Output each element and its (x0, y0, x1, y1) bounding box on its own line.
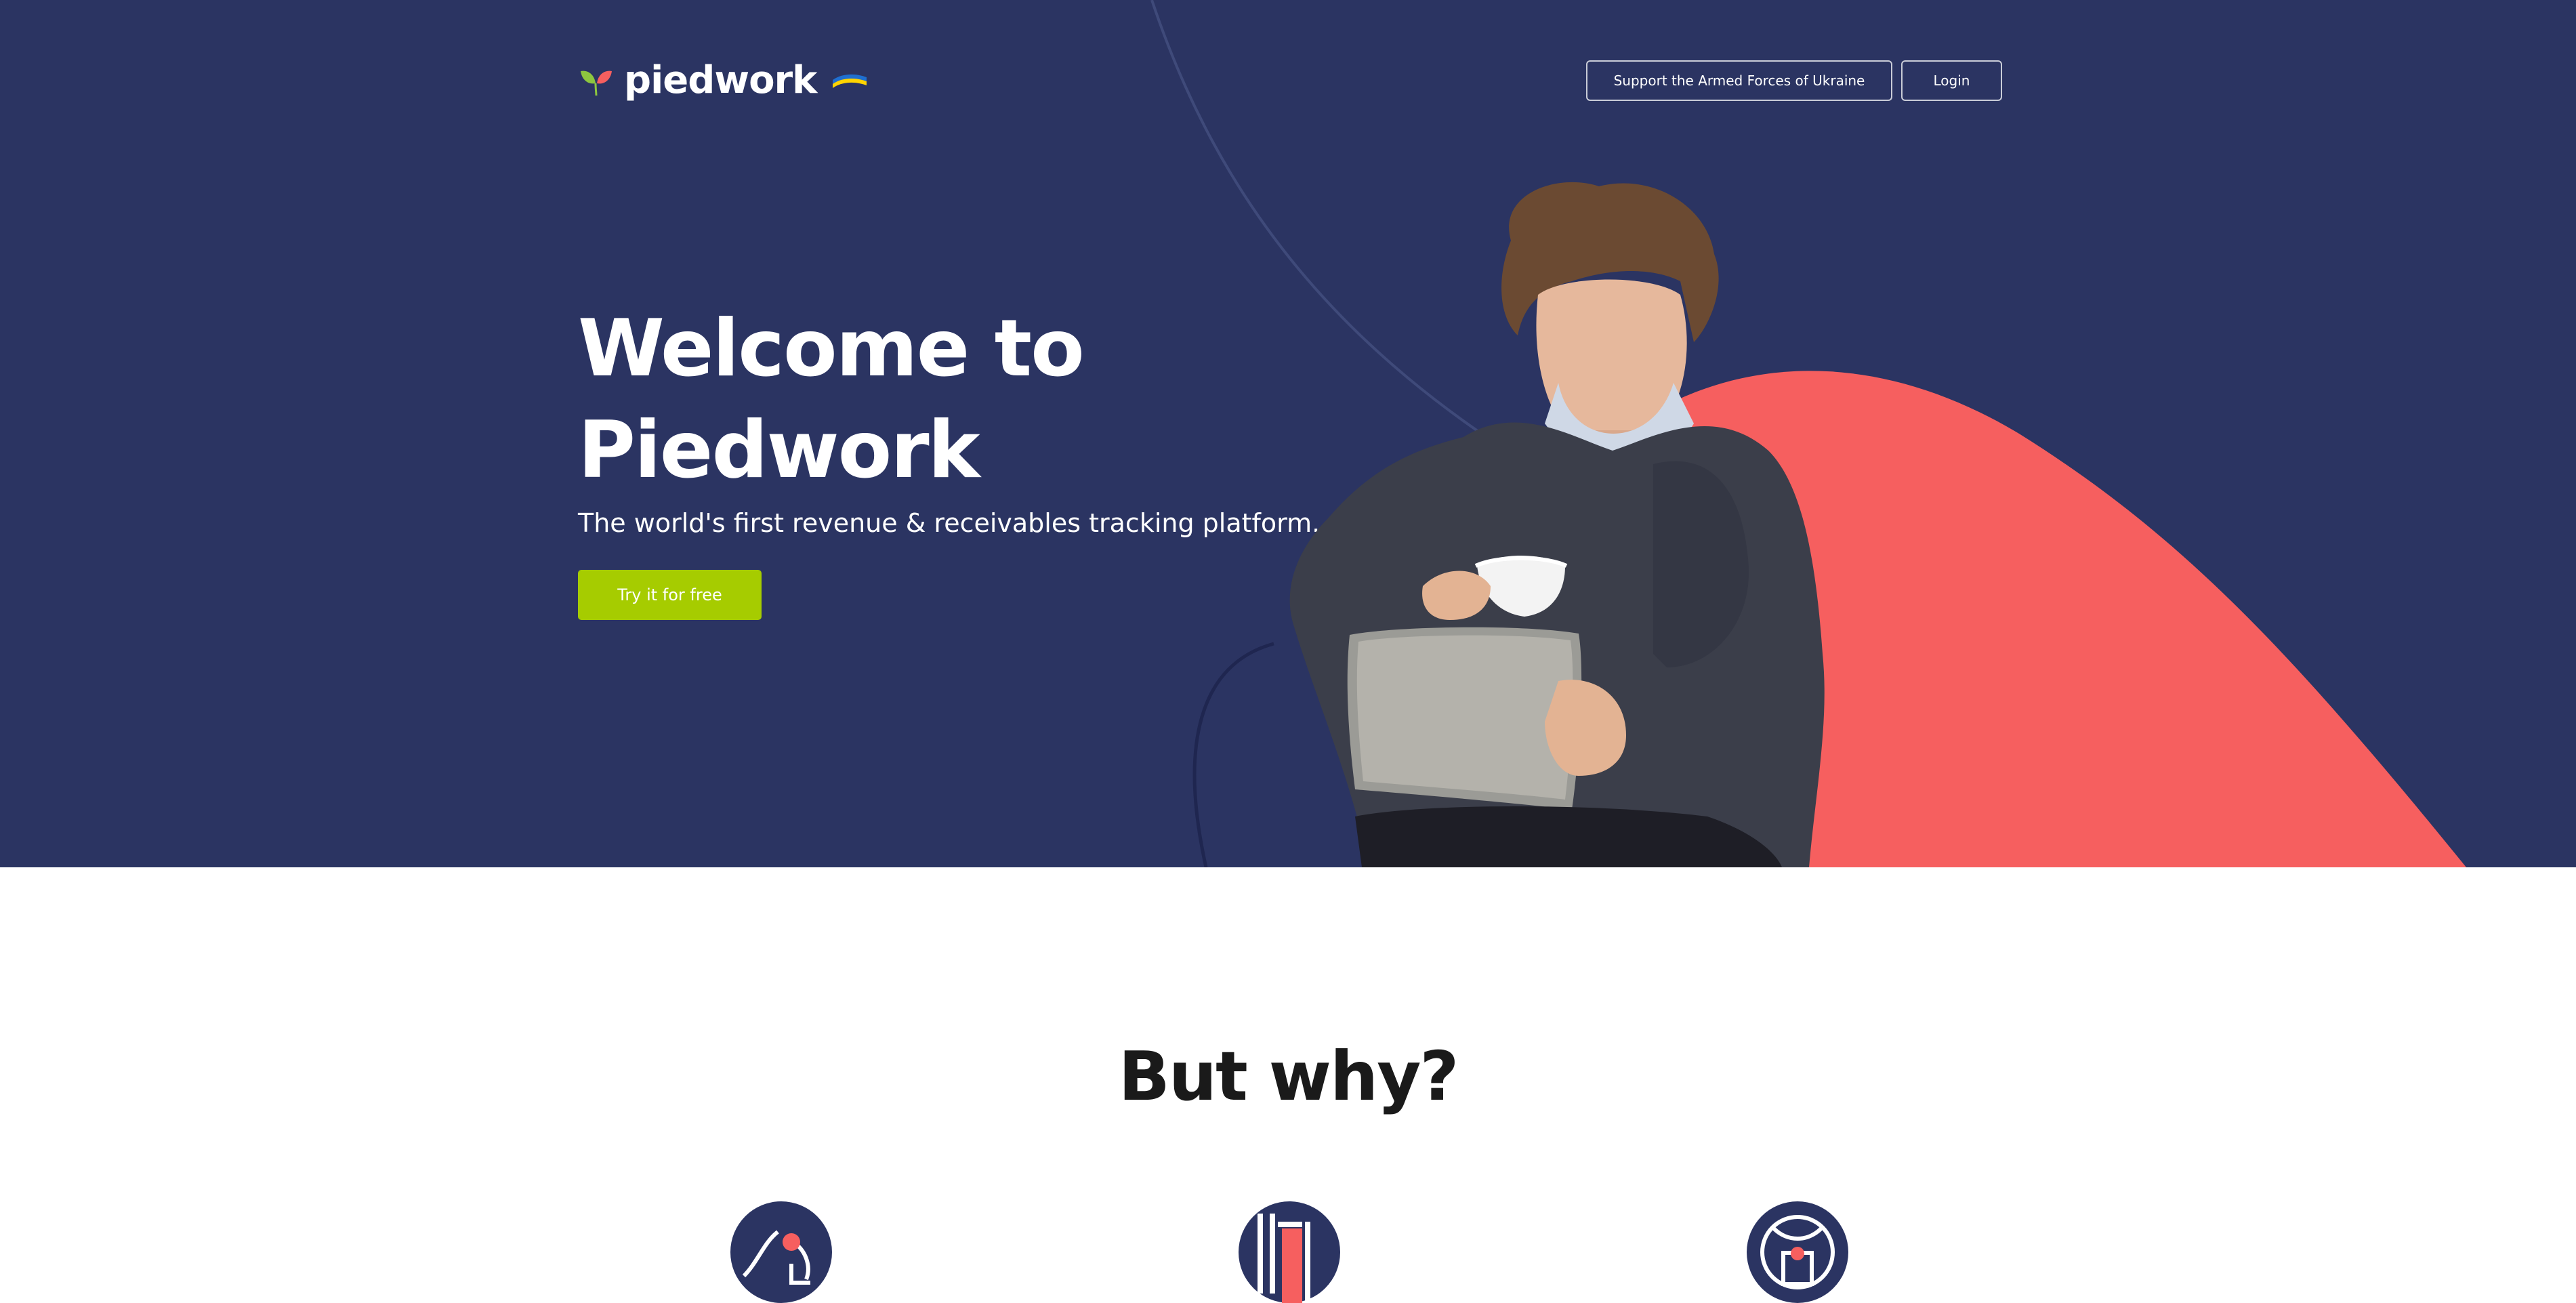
hero-title-line-2: Piedwork (578, 405, 980, 496)
ukraine-flag-icon (833, 74, 867, 88)
hero-section: piedwork Support the Armed Forces of Ukr… (0, 0, 2576, 867)
hero-title: Welcome to Piedwork (578, 298, 1188, 501)
logo[interactable]: piedwork (578, 57, 868, 104)
bar-chart-icon (1239, 1201, 1340, 1303)
page: piedwork Support the Armed Forces of Ukr… (0, 0, 2576, 1303)
try-free-button[interactable]: Try it for free (578, 570, 762, 620)
login-button[interactable]: Login (1901, 60, 2002, 101)
hero-subtitle: The world's first revenue & receivables … (578, 508, 1321, 538)
hero-title-line-1: Welcome to (578, 303, 1085, 394)
why-section-title: But why? (1118, 1037, 1459, 1116)
logo-text: piedwork (624, 58, 817, 102)
target-person-icon (1747, 1201, 1848, 1303)
clock-arc-icon (730, 1201, 832, 1303)
hero-photo (1289, 182, 1825, 867)
leaf-logo-icon (581, 70, 612, 96)
site-header: piedwork Support the Armed Forces of Ukr… (0, 0, 2576, 163)
support-ukraine-button[interactable]: Support the Armed Forces of Ukraine (1586, 60, 1892, 101)
